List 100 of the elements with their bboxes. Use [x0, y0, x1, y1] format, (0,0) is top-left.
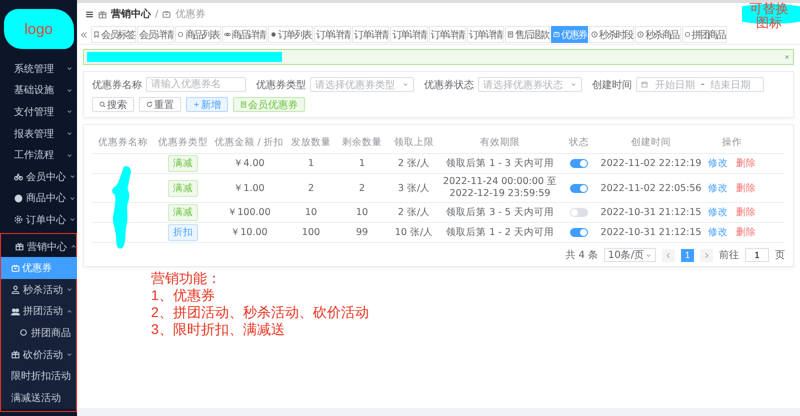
- tab[interactable]: 售后退款: [505, 26, 550, 43]
- table-cell-text: 10: [304, 207, 318, 218]
- menu-item[interactable]: 报表管理: [0, 122, 77, 144]
- chevron-down-icon: [66, 108, 73, 116]
- menu-item[interactable]: 系统管理: [0, 58, 77, 80]
- reset-button[interactable]: 重置: [139, 97, 181, 112]
- menu-icon[interactable]: [85, 10, 94, 18]
- breadcrumb-item[interactable]: 营销中心: [111, 7, 151, 21]
- tab[interactable]: 订单详情: [352, 26, 390, 43]
- menu-item[interactable]: 基础设施: [0, 80, 77, 102]
- delete-link[interactable]: 删除: [736, 206, 756, 219]
- table-cell-text: 99: [354, 227, 370, 238]
- type-tag: 折扣: [168, 224, 198, 241]
- delete-link[interactable]: 删除: [736, 226, 756, 239]
- chevron-down-icon: [69, 216, 76, 224]
- chevron-down-icon: [66, 286, 73, 294]
- table-cell-text: 2022-11-02 22:05:56: [600, 182, 702, 194]
- document-icon: [507, 31, 514, 38]
- tab[interactable]: 会员详情: [137, 26, 174, 43]
- chevron-right-icon: [703, 252, 710, 258]
- menu-item[interactable]: 支付管理: [0, 101, 77, 123]
- ticket-icon: [11, 264, 20, 273]
- table-cell-text: 100: [300, 227, 322, 238]
- refresh-icon: [146, 101, 153, 108]
- table-cell-text: 2022-10-31 21:12:15: [600, 207, 702, 218]
- table-cell: 领取后第 1 - 3 天内可用: [446, 158, 554, 170]
- column-header: 优惠金额 / 折扣: [213, 136, 285, 148]
- tab[interactable]: 订单详情: [466, 26, 504, 43]
- tab[interactable]: 秒杀时段: [589, 26, 634, 43]
- menu-item[interactable]: 会员中心: [0, 166, 77, 188]
- tab[interactable]: 订单详情: [314, 26, 352, 43]
- tab[interactable]: 订单详情: [390, 26, 428, 43]
- menu-item[interactable]: 拼团活动: [1, 300, 76, 322]
- chevron-up-icon: [66, 308, 73, 315]
- table-cell-text: ￥4.00: [232, 157, 266, 170]
- field-label: 优惠券类型: [256, 78, 306, 92]
- table-cell: 2022-11-24 00:00:00 至: [443, 176, 557, 188]
- type-tag: 满减: [168, 155, 198, 172]
- name-input[interactable]: 请输入优惠券名: [146, 77, 246, 92]
- table-cell-text: 3 张/人: [396, 182, 432, 194]
- delete-link[interactable]: 删除: [736, 157, 756, 170]
- close-icon[interactable]: [784, 54, 790, 60]
- status-toggle[interactable]: [570, 208, 588, 217]
- page-size-select[interactable]: 10条/页: [604, 248, 656, 262]
- box-icon: [98, 10, 107, 18]
- status-toggle[interactable]: [570, 184, 588, 192]
- menu-item[interactable]: 秒杀活动: [1, 278, 76, 301]
- menu-item[interactable]: 工作流程: [0, 144, 77, 166]
- table-cell-text: ￥100.00: [226, 206, 272, 219]
- type-tag: 满减: [168, 180, 198, 196]
- tab[interactable]: 秒杀商品: [635, 26, 681, 43]
- tab[interactable]: 商品详情: [222, 26, 267, 43]
- annotation-note: 3、限时折扣、满减送: [151, 321, 286, 338]
- tab[interactable]: 商品列表: [175, 26, 221, 43]
- annotation-note: 2、拼团活动、秒杀活动、砍价活动: [151, 304, 370, 321]
- column-header: 有效期限: [479, 136, 521, 148]
- search-icon: [99, 101, 106, 108]
- menu-item[interactable]: 订单中心: [0, 209, 77, 231]
- status-toggle[interactable]: [570, 228, 588, 237]
- tab[interactable]: 订单列表: [268, 26, 314, 43]
- dot-icon: [270, 31, 277, 38]
- bike-icon: [14, 172, 23, 182]
- tab[interactable]: 拼团商品: [682, 26, 727, 43]
- ticket-icon: [162, 10, 172, 18]
- chevron-down-icon: [66, 65, 73, 72]
- date-range-field[interactable]: 开始日期 - 结束日期: [636, 77, 764, 92]
- next-page-button[interactable]: [700, 248, 713, 262]
- annotation-note: 1、优惠券: [151, 287, 216, 304]
- menu-item[interactable]: 营销中心: [1, 236, 76, 258]
- table-cell-text: 1: [306, 158, 316, 169]
- chevron-left-icon: [665, 252, 672, 258]
- field-label: 创建时间: [592, 78, 632, 92]
- disc-icon: [14, 194, 23, 203]
- column-header: 剩余数量: [341, 136, 383, 148]
- menu-item[interactable]: 限时折扣活动: [1, 365, 76, 387]
- previous-page-button[interactable]: [662, 248, 675, 262]
- table-cell-text: ￥10.00: [229, 226, 269, 239]
- column-header: 领取上限: [393, 136, 435, 148]
- column-header: 状态: [568, 136, 590, 148]
- menu-item[interactable]: 拼团商品: [1, 322, 76, 344]
- tab[interactable]: 订单详情: [428, 26, 466, 43]
- chevron-down-icon: [402, 81, 409, 88]
- menu-item[interactable]: 商品中心: [0, 188, 77, 210]
- tab[interactable]: 会员标签: [91, 26, 136, 43]
- table-cell-text: 10 张/人: [394, 226, 434, 239]
- search-button[interactable]: 搜索: [92, 97, 134, 112]
- menu-item[interactable]: 满减送活动: [1, 386, 76, 408]
- menu-item[interactable]: 砍价活动: [1, 344, 76, 366]
- double-chevron-left-icon[interactable]: [80, 30, 88, 38]
- circle-icon: [177, 31, 184, 38]
- field-label: 优惠券状态: [424, 78, 474, 92]
- status-toggle[interactable]: [570, 159, 588, 168]
- delete-link[interactable]: 删除: [736, 182, 756, 194]
- goto-label: 前往: [719, 248, 739, 262]
- page-input[interactable]: 1: [745, 248, 769, 262]
- table-cell-text: 2: [358, 182, 366, 194]
- calendar-icon: [641, 81, 648, 88]
- circle-icon: [684, 31, 691, 38]
- ticket-icon: [553, 31, 560, 38]
- total-count: 共 4 条: [565, 248, 598, 262]
